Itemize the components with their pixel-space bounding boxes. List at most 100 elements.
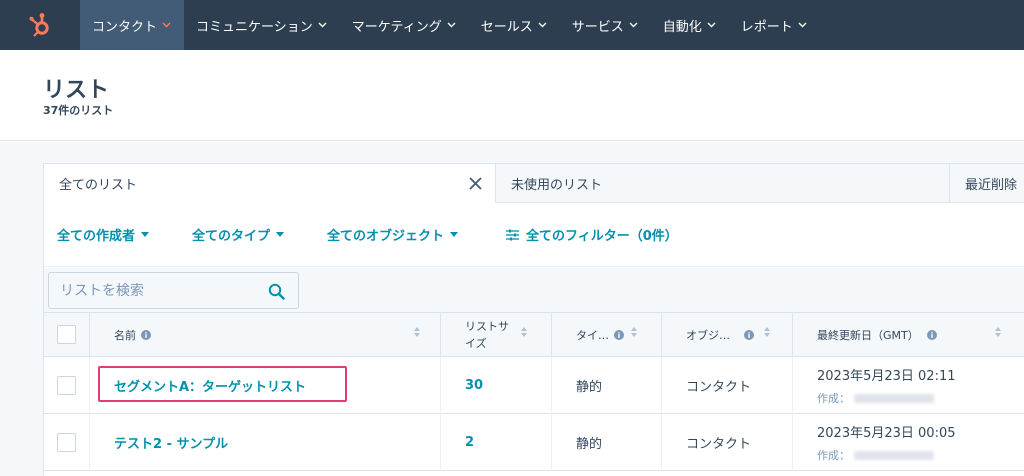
column-header-name[interactable]: 名前 bbox=[90, 313, 441, 357]
cell-type: 静的 bbox=[552, 414, 662, 471]
tab-recently-deleted[interactable]: 最近削除 bbox=[949, 164, 1024, 203]
filter-label: 全てのオブジェクト bbox=[327, 229, 445, 244]
info-icon[interactable] bbox=[744, 330, 754, 340]
chevron-down-icon bbox=[629, 22, 638, 28]
chevron-down-icon bbox=[538, 22, 547, 28]
cell-object: コンタクト bbox=[662, 357, 793, 414]
column-label: 最終更新日（GMT） bbox=[817, 329, 919, 342]
info-icon[interactable] bbox=[141, 330, 151, 340]
chevron-down-icon bbox=[318, 22, 327, 28]
nav-item-automation[interactable]: 自動化 bbox=[651, 0, 729, 50]
sort-icon[interactable] bbox=[764, 327, 770, 337]
tab-label: 全てのリスト bbox=[59, 178, 138, 193]
column-label: リストサ イズ bbox=[465, 318, 509, 352]
sliders-icon bbox=[506, 229, 519, 241]
caret-down-icon bbox=[276, 232, 285, 237]
list-size-link[interactable]: 30 bbox=[465, 378, 483, 393]
sort-icon[interactable] bbox=[414, 327, 420, 337]
sort-icon[interactable] bbox=[521, 327, 527, 337]
cell-updated: 2023年5月23日 00:05 作成： bbox=[793, 414, 1024, 471]
header-select-cell bbox=[44, 313, 90, 357]
filter-creator[interactable]: 全ての作成者 bbox=[57, 225, 150, 244]
column-label: オブジ… bbox=[686, 329, 730, 342]
search-box bbox=[48, 272, 299, 309]
filter-label: 全てのフィルター（0件） bbox=[526, 229, 678, 244]
search-input[interactable] bbox=[49, 282, 249, 299]
list-type: 静的 bbox=[576, 437, 603, 452]
nav-item-sales[interactable]: セールス bbox=[469, 0, 560, 50]
column-label-line: リストサ bbox=[465, 320, 509, 333]
row-checkbox[interactable] bbox=[57, 376, 76, 395]
updated-date: 2023年5月23日 00:05 bbox=[817, 426, 956, 441]
nav-item-label: コミュニケーション bbox=[196, 19, 313, 35]
tab-all-lists[interactable]: 全てのリスト bbox=[44, 164, 496, 203]
row-select-cell bbox=[44, 357, 90, 414]
nav-item-contacts[interactable]: コンタクト bbox=[80, 0, 185, 50]
tab-label: 未使用のリスト bbox=[511, 177, 603, 193]
sort-icon[interactable] bbox=[995, 327, 1001, 337]
hubspot-logo-icon[interactable] bbox=[0, 0, 80, 50]
cell-size: 2 bbox=[441, 414, 552, 471]
created-by: 作成： bbox=[817, 390, 934, 406]
filter-object[interactable]: 全てのオブジェクト bbox=[327, 225, 459, 244]
cell-updated: 2023年5月23日 02:11 作成： bbox=[793, 357, 1024, 414]
all-filters-button[interactable]: 全てのフィルター（0件） bbox=[506, 225, 678, 244]
list-size-link[interactable]: 2 bbox=[465, 435, 474, 450]
cell-size: 30 bbox=[441, 357, 552, 414]
table-header: 名前 リストサ イズ タイ… オブジ… 最終更新日（GMT） bbox=[44, 313, 1024, 357]
cell-name: セグメントA：ターゲットリスト bbox=[90, 357, 441, 414]
nav-item-label: マーケティング bbox=[351, 19, 442, 35]
nav-item-conversations[interactable]: コミュニケーション bbox=[184, 0, 340, 50]
top-nav: コンタクト コミュニケーション マーケティング セールス サービス 自動化 レポ… bbox=[0, 0, 1024, 50]
chevron-down-icon bbox=[798, 22, 807, 28]
tab-label: 最近削除 bbox=[965, 177, 1018, 193]
page-header: リスト 37件のリスト bbox=[0, 50, 1024, 141]
tab-unused-lists[interactable]: 未使用のリスト bbox=[496, 164, 949, 203]
table-row: テスト2 - サンプル 2 静的 コンタクト 2023年5月23日 00:05 … bbox=[44, 414, 1024, 471]
list-object: コンタクト bbox=[686, 437, 752, 452]
select-all-checkbox[interactable] bbox=[57, 325, 76, 344]
column-header-type[interactable]: タイ… bbox=[552, 313, 662, 357]
nav-item-label: セールス bbox=[480, 19, 533, 35]
nav-item-service[interactable]: サービス bbox=[560, 0, 651, 50]
table-row: セグメントA：ターゲットリスト 30 静的 コンタクト 2023年5月23日 0… bbox=[44, 357, 1024, 414]
chevron-down-icon bbox=[447, 22, 456, 28]
created-by: 作成： bbox=[817, 447, 934, 463]
caret-down-icon bbox=[141, 232, 150, 237]
close-icon[interactable] bbox=[468, 176, 483, 191]
created-label: 作成： bbox=[817, 392, 850, 405]
redacted-name bbox=[854, 450, 934, 460]
cell-name: テスト2 - サンプル bbox=[90, 414, 441, 471]
nav-item-label: 自動化 bbox=[662, 19, 702, 35]
nav-item-label: サービス bbox=[571, 19, 624, 35]
column-header-updated[interactable]: 最終更新日（GMT） bbox=[793, 313, 1024, 357]
info-icon[interactable] bbox=[614, 330, 624, 340]
search-row bbox=[44, 268, 1024, 313]
updated-date: 2023年5月23日 02:11 bbox=[817, 369, 956, 384]
nav-item-reports[interactable]: レポート bbox=[729, 0, 820, 50]
cell-type: 静的 bbox=[552, 357, 662, 414]
list-name-link[interactable]: テスト2 - サンプル bbox=[114, 433, 228, 452]
row-checkbox[interactable] bbox=[57, 433, 76, 452]
column-header-size[interactable]: リストサ イズ bbox=[441, 313, 552, 357]
row-select-cell bbox=[44, 414, 90, 471]
list-type: 静的 bbox=[576, 380, 603, 395]
column-label: 名前 bbox=[114, 329, 136, 342]
list-name-link[interactable]: セグメントA：ターゲットリスト bbox=[114, 376, 306, 395]
list-object: コンタクト bbox=[686, 380, 752, 395]
filter-type[interactable]: 全てのタイプ bbox=[192, 225, 285, 244]
chevron-down-icon bbox=[707, 22, 716, 28]
nav-item-label: コンタクト bbox=[92, 19, 158, 35]
search-icon[interactable] bbox=[268, 283, 285, 300]
sort-icon[interactable] bbox=[631, 327, 637, 337]
nav-item-marketing[interactable]: マーケティング bbox=[340, 0, 469, 50]
lists-card: 全てのリスト 未使用のリスト 最近削除 全ての作成者 全てのタイプ 全てのオブジ… bbox=[43, 163, 1024, 476]
column-label-line: イズ bbox=[465, 337, 487, 350]
filter-bar: 全ての作成者 全てのタイプ 全てのオブジェクト 全てのフィルター（0件） bbox=[44, 203, 1024, 267]
info-icon[interactable] bbox=[926, 330, 937, 340]
filter-label: 全ての作成者 bbox=[57, 229, 136, 244]
filter-label: 全てのタイプ bbox=[192, 229, 271, 244]
list-count: 37件のリスト bbox=[43, 104, 114, 117]
chevron-down-icon bbox=[162, 22, 171, 28]
column-header-object[interactable]: オブジ… bbox=[662, 313, 793, 357]
